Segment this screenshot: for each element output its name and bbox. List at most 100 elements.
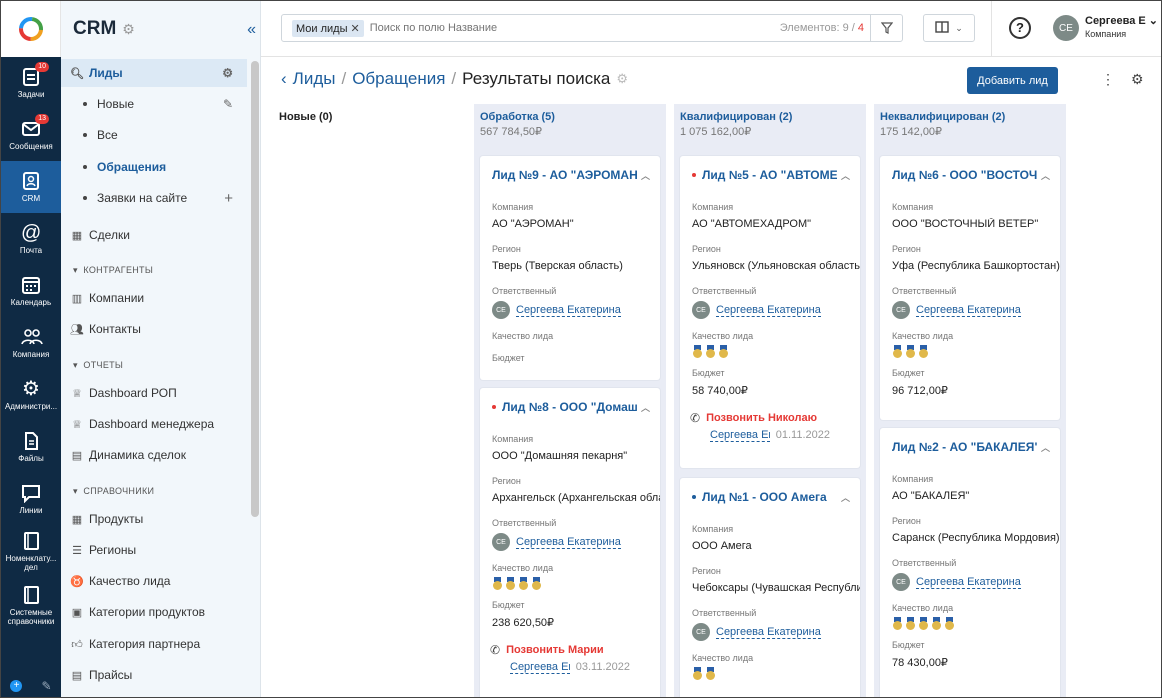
search-input[interactable] (369, 22, 670, 34)
rail-item-calendar[interactable]: Календарь (1, 265, 61, 317)
lead-region: Уфа (Республика Башкортостан) (892, 260, 1060, 272)
add-lead-button[interactable]: Добавить лид (967, 67, 1058, 94)
responsible-link[interactable]: Сергеева Екатерина (716, 626, 821, 639)
rail-label: Администри... (4, 402, 58, 411)
rail-item-tasks[interactable]: 10 Задачи (1, 57, 61, 109)
lead-card[interactable]: Лид №1 - ООО Амега ︿ Компания ООО Амега Р… (680, 478, 860, 697)
back-icon[interactable]: ‹ (281, 69, 287, 89)
lead-card[interactable]: Лид №6 - ООО "ВОСТОЧНЫЙ ВЕТЕР"︿ Компания… (880, 156, 1060, 420)
section-reports[interactable]: ▾ ОТЧЕТЫ (73, 360, 123, 371)
rail-item-messages[interactable]: 13 Сообщения (1, 109, 61, 161)
lead-title[interactable]: Лид №5 - АО "АВТОМЕХАДРОМ" (702, 168, 837, 182)
lead-card[interactable]: Лид №2 - АО "БАКАЛЕЯ" ︿ Компания АО "БАКА… (880, 428, 1060, 697)
rail-item-files[interactable]: Файлы (1, 421, 61, 473)
section-contractors[interactable]: ▾ КОНТРАГЕНТЫ (73, 265, 153, 276)
sidebar-item-dashboard-manager[interactable]: ♕ Dashboard менеджера (61, 410, 247, 438)
medal-icon (518, 577, 529, 590)
sidebar-item-dashboard-rop[interactable]: ♕ Dashboard РОП (61, 379, 247, 407)
more-icon[interactable]: ⋮ (1101, 71, 1115, 88)
rail-item-mail[interactable]: @ Почта (1, 213, 61, 265)
column-title[interactable]: Квалифицирован (2) (674, 104, 866, 125)
sidebar-item-prices[interactable]: ▤ Прайсы (61, 661, 247, 689)
search-box[interactable]: Мои лиды✕ Элементов: 9 / 4 (281, 14, 903, 42)
gear-icon: ⚙ (22, 378, 40, 400)
rail-item-system-ref[interactable]: Системные справочники (1, 579, 61, 631)
lead-title[interactable]: Лид №6 - ООО "ВОСТОЧНЫЙ ВЕТЕР" (892, 168, 1037, 182)
column-title[interactable]: Новые (0) (273, 104, 465, 125)
user-menu[interactable]: СЕ Сергеева Е ⌄ Компания (1053, 15, 1158, 41)
lead-card[interactable]: Лид №8 - ООО "Домашняя пекарня"︿ Компани… (480, 388, 660, 697)
sidebar-item-regions[interactable]: ☰ Регионы (61, 536, 247, 564)
gear-icon[interactable]: ⚙ (1131, 71, 1144, 88)
chevron-up-icon[interactable]: ︿ (841, 169, 850, 182)
sidebar-item-site-requests[interactable]: Заявки на сайте + (61, 184, 247, 212)
sidebar-item-new[interactable]: Новые ✎ (61, 90, 247, 118)
help-icon[interactable]: ? (1009, 17, 1031, 39)
rail-item-nomenclature[interactable]: Номенклату... дел (1, 525, 61, 577)
gear-icon[interactable]: ⚙ (222, 66, 233, 80)
sidebar-item-product-categories[interactable]: ▣ Категории продуктов (61, 598, 247, 626)
rail-item-lines[interactable]: Линии (1, 473, 61, 525)
lead-card[interactable]: Лид №9 - АО "АЭРОМАН" ︿ Компания АО "АЭРО… (480, 156, 660, 380)
lead-card[interactable]: Лид №5 - АО "АВТОМЕХАДРОМ"︿ Компания АО … (680, 156, 860, 468)
close-icon[interactable]: ✕ (351, 23, 360, 35)
column-title[interactable]: Обработка (5) (474, 104, 666, 125)
column-title[interactable]: Неквалифицирован (2) (874, 104, 1066, 125)
sidebar-item-companies[interactable]: ▥ Компании (61, 284, 247, 312)
lead-title[interactable]: Лид №9 - АО "АЭРОМАН" (492, 168, 637, 182)
phone-icon: ✆ (690, 411, 701, 425)
quality-medals (880, 617, 1060, 630)
filter-chip[interactable]: Мои лиды ✕ (292, 19, 364, 37)
sidebar-item-deal-dynamics[interactable]: ▤ Динамика сделок (61, 441, 247, 469)
pencil-icon[interactable]: ✎ (223, 97, 233, 111)
sidebar-item-all[interactable]: Все (61, 121, 247, 149)
sidebar-item-label: Категории продуктов (89, 605, 206, 619)
rail-item-admin[interactable]: ⚙ Администри... (1, 369, 61, 421)
sidebar-item-partner-category[interactable]: 👍︎ Категория партнера (61, 630, 247, 658)
column-new: Новые (0) (273, 104, 465, 697)
view-toggle-button[interactable]: ⌄ (923, 14, 975, 42)
filter-icon[interactable] (870, 15, 902, 41)
sidebar-scrollbar[interactable] (251, 61, 259, 517)
activity-call[interactable]: Позвонить Марии (506, 644, 604, 656)
gear-icon[interactable]: ⚙ (122, 21, 135, 38)
gear-icon[interactable]: ⚙ (616, 71, 628, 87)
chevron-up-icon[interactable]: ︿ (1041, 169, 1050, 182)
sidebar-item-deals[interactable]: ▦ Сделки (61, 221, 247, 249)
section-references[interactable]: ▾ СПРАВОЧНИКИ (73, 486, 154, 497)
responsible-link[interactable]: Сергеева Екатерина (916, 576, 1021, 589)
plus-icon[interactable]: + (224, 190, 233, 207)
activity-responsible[interactable]: Сергеева Екатерина (710, 429, 770, 442)
rail-item-crm[interactable]: CRM (1, 161, 61, 213)
rail-item-company[interactable]: Компания (1, 317, 61, 369)
sidebar-item-leads[interactable]: 🔍︎ Лиды ⚙ (61, 59, 247, 87)
chevron-up-icon[interactable]: ︿ (1041, 441, 1050, 454)
lead-title[interactable]: Лид №2 - АО "БАКАЛЕЯ" (892, 440, 1037, 454)
medal-icon: ♉ (70, 575, 84, 588)
activity-call[interactable]: Позвонить Николаю (706, 412, 817, 424)
add-icon[interactable]: + (10, 680, 23, 692)
breadcrumb-leads[interactable]: Лиды (293, 69, 336, 89)
breadcrumb-appeals[interactable]: Обращения (352, 69, 445, 89)
chevron-up-icon[interactable]: ︿ (641, 401, 650, 414)
lead-title[interactable]: Лид №8 - ООО "Домашняя пекарня" (502, 400, 637, 414)
breadcrumb: ‹ Лиды / Обращения / Результаты поиска ⚙ (281, 69, 628, 89)
sidebar-item-contacts[interactable]: 👥︎ Контакты (61, 315, 247, 343)
bitrix-logo[interactable] (1, 1, 61, 57)
responsible-link[interactable]: Сергеева Екатерина (516, 536, 621, 549)
sidebar-item-appeals[interactable]: Обращения (61, 153, 247, 181)
file-icon (21, 431, 41, 451)
sidebar-item-lead-quality[interactable]: ♉ Качество лида (61, 567, 247, 595)
wrench-icon[interactable]: ✎ (41, 679, 51, 693)
sidebar-item-products[interactable]: ▦ Продукты (61, 505, 247, 533)
lead-title[interactable]: Лид №1 - ООО Амега (702, 490, 837, 504)
chevron-up-icon[interactable]: ︿ (641, 169, 650, 182)
chevron-up-icon[interactable]: ︿ (841, 491, 850, 504)
responsible-link[interactable]: Сергеева Екатерина (916, 304, 1021, 317)
collapse-sidebar-button[interactable]: « (247, 21, 256, 39)
lead-region: Ульяновск (Ульяновская область) (692, 260, 860, 272)
responsible-link[interactable]: Сергеева Екатерина (716, 304, 821, 317)
responsible-link[interactable]: Сергеева Екатерина (516, 304, 621, 317)
activity-responsible[interactable]: Сергеева Екатерина (510, 661, 570, 674)
rail-label: Системные справочники (7, 607, 55, 626)
